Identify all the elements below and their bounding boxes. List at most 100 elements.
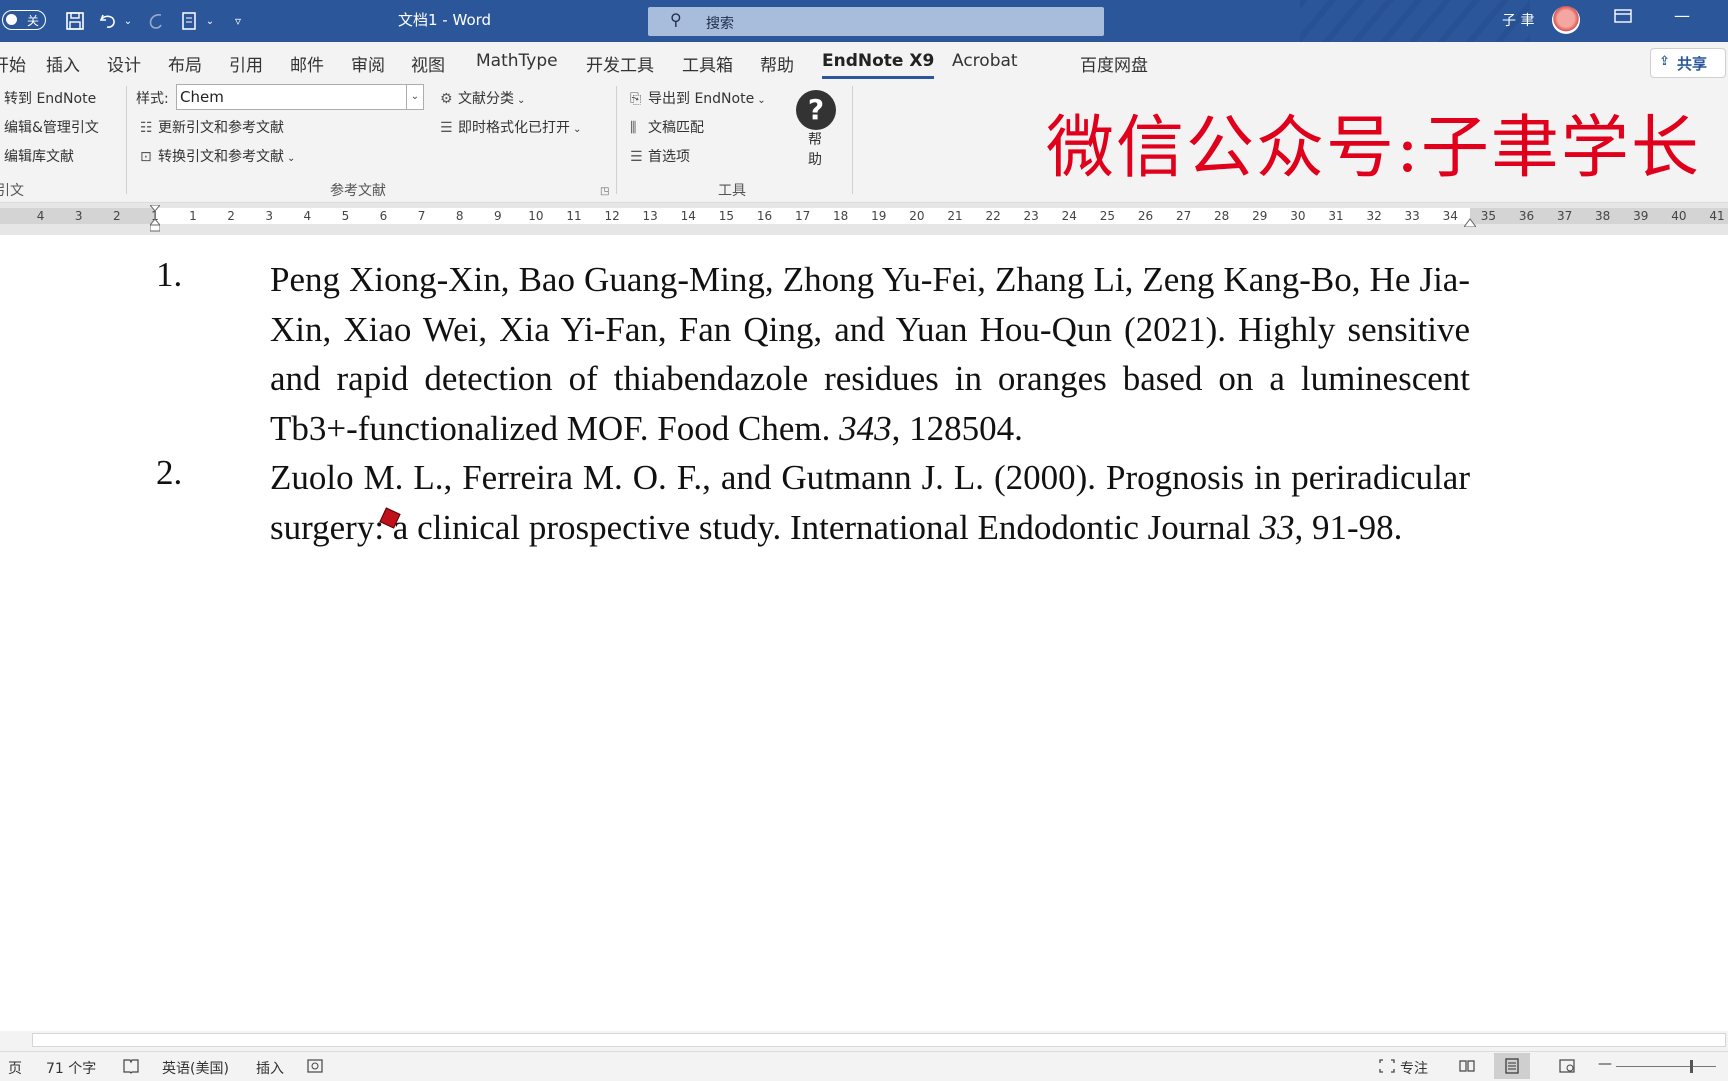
tab-endnote[interactable]: EndNote X9 xyxy=(822,51,935,79)
reference-volume: 33 xyxy=(1259,507,1295,547)
zoom-out-icon[interactable]: — xyxy=(1598,1056,1612,1072)
search-box[interactable]: ⚲ 搜索 xyxy=(648,7,1104,36)
word-count[interactable]: 71 个字 xyxy=(46,1058,96,1078)
tab-review[interactable]: 审阅 xyxy=(351,51,385,76)
categorize-references-button[interactable]: ⚙ 文献分类 ⌄ xyxy=(440,88,525,108)
ruler-number: 21 xyxy=(947,209,963,223)
undo-icon[interactable] xyxy=(96,8,120,34)
ribbon-display-icon[interactable] xyxy=(1614,8,1632,28)
ruler-number: 39 xyxy=(1633,209,1649,223)
insert-mode[interactable]: 插入 xyxy=(256,1058,284,1078)
tab-mathtype[interactable]: MathType xyxy=(476,51,558,71)
tab-baidu-netdisk[interactable]: 百度网盘 xyxy=(1080,51,1148,76)
autosave-state: 关 xyxy=(27,14,40,28)
style-select[interactable]: Chem ⌄ xyxy=(176,84,424,110)
qat-dropdown-icon[interactable]: ⌄ xyxy=(204,8,216,34)
edit-manage-citations-button[interactable]: 编辑&管理引文 xyxy=(4,117,99,137)
zoom-slider-thumb[interactable] xyxy=(1690,1060,1693,1073)
help-label[interactable]: 帮助 xyxy=(808,130,824,170)
tab-view[interactable]: 视图 xyxy=(411,51,445,76)
manuscript-matcher-button[interactable]: ⫼ 文稿匹配 xyxy=(630,117,704,137)
tab-help[interactable]: 帮助 xyxy=(760,51,794,76)
ruler-number: 34 xyxy=(1442,209,1458,223)
export-to-endnote-button[interactable]: ⎘ 导出到 EndNote ⌄ xyxy=(630,88,766,108)
share-button[interactable]: ⇪ 共享 xyxy=(1650,48,1726,78)
zoom-slider[interactable] xyxy=(1616,1066,1716,1067)
document-title: 文档1 - Word xyxy=(398,11,492,29)
go-to-endnote-button[interactable]: 转到 EndNote xyxy=(4,88,96,108)
update-citations-button[interactable]: ☷ 更新引文和参考文献 xyxy=(140,117,284,137)
update-icon: ☷ xyxy=(140,120,153,136)
ruler-number: 35 xyxy=(1480,209,1497,223)
tab-home[interactable]: 开始 xyxy=(0,51,26,76)
proofing-icon[interactable] xyxy=(122,1058,140,1078)
tab-acrobat[interactable]: Acrobat xyxy=(952,51,1018,71)
ruler-number: 1 xyxy=(189,209,197,223)
convert-icon: ⊡ xyxy=(140,149,152,165)
ruler-number: 36 xyxy=(1518,209,1535,223)
horizontal-scrollbar[interactable] xyxy=(0,1031,1728,1051)
ruler-number: 2 xyxy=(227,209,235,223)
ruler-number: 38 xyxy=(1595,209,1611,223)
help-icon[interactable]: ? xyxy=(796,90,836,130)
undo-dropdown-icon[interactable]: ⌄ xyxy=(122,8,134,34)
chevron-down-icon: ⌄ xyxy=(517,95,526,106)
right-indent-marker-icon[interactable] xyxy=(1464,217,1476,227)
instant-formatting-button[interactable]: ☰ 即时格式化已打开 ⌄ xyxy=(440,117,581,137)
tools-group-label: 工具 xyxy=(718,183,746,199)
tab-insert[interactable]: 插入 xyxy=(46,51,80,76)
ruler-number: 41 xyxy=(1709,209,1725,223)
macro-record-icon[interactable] xyxy=(306,1058,324,1078)
ruler-number: 7 xyxy=(417,209,426,223)
chevron-down-icon[interactable]: ⌄ xyxy=(406,85,423,109)
dialog-launcher-icon[interactable]: ◳ xyxy=(600,186,609,197)
document-area[interactable]: 1. Peng Xiong-Xin, Bao Guang-Ming, Zhong… xyxy=(0,235,1728,1030)
tab-mailings[interactable]: 邮件 xyxy=(290,51,324,76)
group-divider xyxy=(126,86,127,194)
tab-references[interactable]: 引用 xyxy=(229,51,263,76)
indent-marker-icon[interactable] xyxy=(150,205,160,233)
search-placeholder: 搜索 xyxy=(706,16,734,32)
ruler-number: 29 xyxy=(1252,209,1268,223)
preferences-icon: ☰ xyxy=(630,149,643,165)
tab-design[interactable]: 设计 xyxy=(107,51,141,76)
page-indicator[interactable]: 页 xyxy=(8,1058,22,1078)
autosave-toggle[interactable]: 关 xyxy=(2,10,46,30)
update-label: 更新引文和参考文献 xyxy=(158,120,284,136)
edit-library-reference-button[interactable]: 编辑库文献 xyxy=(4,146,74,166)
reference-entry: 1. Peng Xiong-Xin, Bao Guang-Ming, Zhong… xyxy=(0,255,1728,455)
touch-mode-icon[interactable] xyxy=(178,8,200,34)
ruler-number: 28 xyxy=(1214,209,1230,223)
horizontal-ruler[interactable]: 4 3 2 1 1 2 3 4 5 6 7 8 9 10 11 12 13 14 15 16 17 18 19 20 21 22 2… xyxy=(0,203,1728,235)
reference-text[interactable]: Zuolo M. L., Ferreira M. O. F., and Gutm… xyxy=(270,453,1470,552)
ruler-number: 19 xyxy=(871,209,887,223)
title-decoration xyxy=(1300,0,1530,42)
focus-icon[interactable] xyxy=(1378,1058,1396,1078)
export-icon: ⎘ xyxy=(630,91,642,107)
redo-icon[interactable] xyxy=(144,8,168,34)
tab-developer[interactable]: 开发工具 xyxy=(586,51,654,76)
read-mode-icon[interactable] xyxy=(1458,1058,1476,1078)
user-name[interactable]: 子 聿 xyxy=(1502,10,1534,30)
save-icon[interactable] xyxy=(62,8,88,34)
avatar[interactable] xyxy=(1552,6,1580,34)
preferences-label: 首选项 xyxy=(648,149,690,165)
convert-citations-button[interactable]: ⊡ 转换引文和参考文献 ⌄ xyxy=(140,146,295,166)
preferences-button[interactable]: ☰ 首选项 xyxy=(630,146,690,166)
customize-qat-icon[interactable]: ▿ xyxy=(230,8,246,34)
reference-number: 1. xyxy=(156,255,183,294)
tab-toolbox[interactable]: 工具箱 xyxy=(682,51,733,76)
tab-layout[interactable]: 布局 xyxy=(168,51,202,76)
reference-text[interactable]: Peng Xiong-Xin, Bao Guang-Ming, Zhong Yu… xyxy=(270,255,1470,453)
chevron-down-icon: ⌄ xyxy=(287,153,296,164)
focus-label[interactable]: 专注 xyxy=(1400,1058,1428,1078)
reference-pages: , 128504. xyxy=(891,408,1023,448)
language-indicator[interactable]: 英语(美国) xyxy=(162,1058,229,1078)
reference-volume: 343 xyxy=(839,408,892,448)
ruler-number: 23 xyxy=(1023,209,1039,223)
status-bar: 页 71 个字 英语(美国) 插入 专注 — xyxy=(0,1051,1728,1081)
scrollbar-track[interactable] xyxy=(32,1033,1726,1047)
minimize-icon[interactable]: — xyxy=(1674,6,1690,25)
print-layout-icon[interactable] xyxy=(1494,1053,1530,1079)
web-layout-icon[interactable] xyxy=(1558,1058,1576,1078)
